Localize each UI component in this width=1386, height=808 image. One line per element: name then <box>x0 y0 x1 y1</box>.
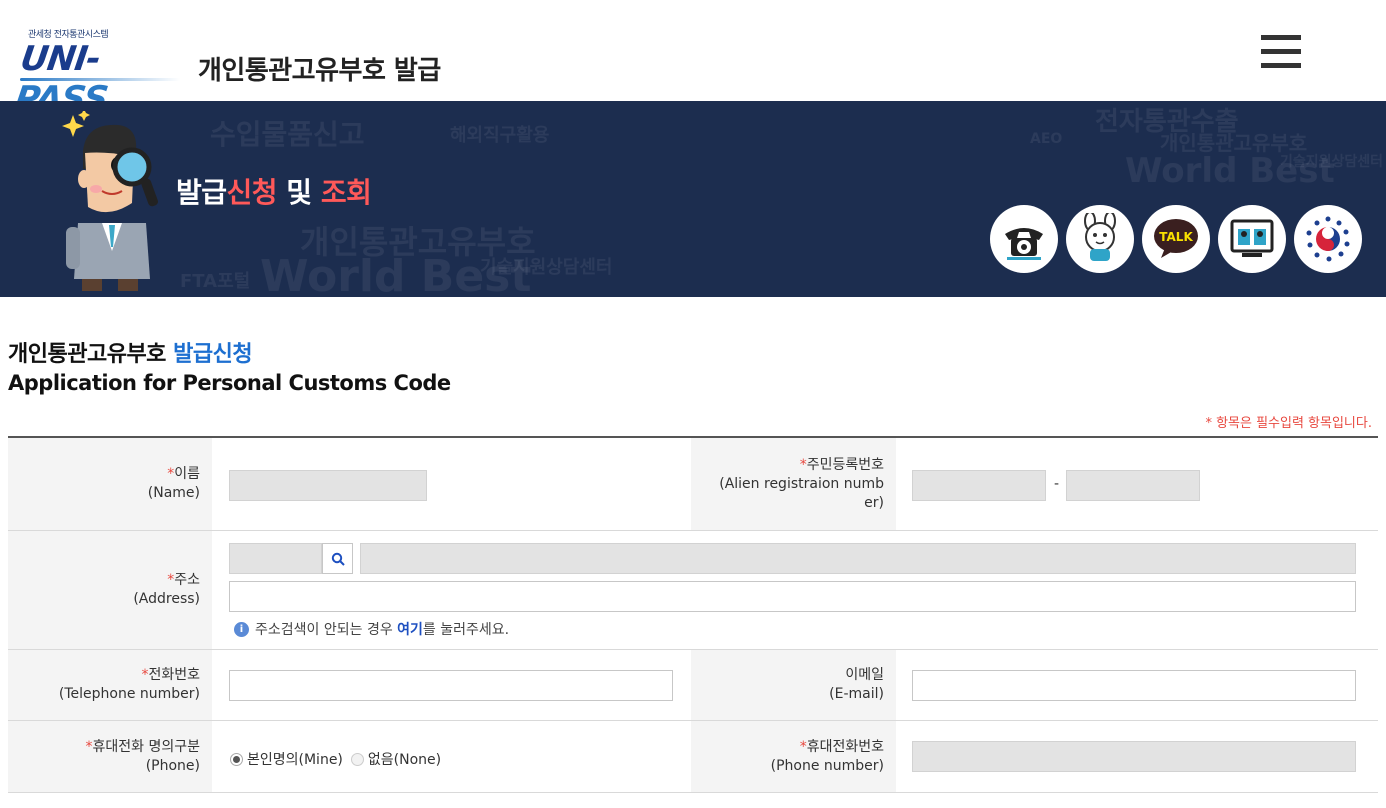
alien-reg-front-input[interactable] <box>912 470 1046 501</box>
radio-mine-label[interactable]: 본인명의(Mine) <box>247 749 343 769</box>
logo-uni: UNI- <box>18 39 103 79</box>
email-input[interactable] <box>912 670 1356 701</box>
address-label: *주소 (Address) <box>8 531 212 649</box>
application-form: *이름 (Name) *주민등록번호 (Alien registraion nu… <box>8 436 1378 793</box>
service-icon-row: TALK <box>990 205 1362 275</box>
unipass-logo[interactable]: 관세청 전자통관시스템 UNI-PASS <box>12 27 188 119</box>
section-title-english: Application for Personal Customs Code <box>8 371 451 395</box>
telephone-input[interactable] <box>229 670 673 701</box>
mascot-icon[interactable] <box>1066 205 1134 273</box>
search-icon <box>331 552 345 566</box>
banner-bg-word: 기술지원상담센터 <box>1280 154 1384 170</box>
address-search-button[interactable] <box>322 543 353 574</box>
postal-code-input[interactable] <box>229 543 322 574</box>
telephone-label-en: (Telephone number) <box>58 686 200 702</box>
logo-swoosh <box>20 78 180 81</box>
banner-bg-word: 해외직구활용 <box>450 125 550 146</box>
government-emblem-icon[interactable] <box>1294 205 1362 273</box>
email-label-en: (E-mail) <box>829 686 884 702</box>
phone-number-label: *휴대전화번호 (Phone number) <box>691 721 896 792</box>
alien-reg-label-en: (Alien registraion numb <box>719 475 884 492</box>
banner-title: 발급신청 및 조회 <box>176 171 372 211</box>
address-label-en: (Address) <box>133 591 200 607</box>
banner-title-part: 및 <box>277 176 321 209</box>
alien-reg-label: *주민등록번호 (Alien registraion numb er) <box>691 438 896 530</box>
required-star: * <box>799 456 807 473</box>
form-row-contact: *전화번호 (Telephone number) 이메일 (E-mail) <box>8 650 1378 721</box>
hero-banner: 수입물품신고 해외직구활용 개인통관고유부호 World Best 기술지원상담… <box>0 101 1386 297</box>
info-icon: i <box>234 621 249 637</box>
phone-owner-label-ko: 휴대전화 명의구분 <box>92 738 201 755</box>
address-label-ko: 주소 <box>174 572 200 588</box>
form-row-address: *주소 (Address) i 주소검색이 안되는 경우 여기를 눌러주세요. <box>8 531 1378 650</box>
kakaotalk-icon[interactable]: TALK <box>1142 205 1210 273</box>
telephone-label-ko: 전화번호 <box>148 667 200 683</box>
inspector-character-illustration <box>62 111 158 291</box>
remote-support-icon[interactable] <box>1218 205 1286 273</box>
address-help-text: i 주소검색이 안되는 경우 여기를 눌러주세요. <box>234 619 509 639</box>
radio-none[interactable] <box>350 752 364 766</box>
phone-owner-radio-group: 본인명의(Mine) 없음(None) <box>230 749 441 769</box>
phone-owner-label: *휴대전화 명의구분 (Phone) <box>8 721 212 792</box>
phone-number-label-en: (Phone number) <box>770 757 884 774</box>
page-title: 개인통관고유부호 발급 <box>198 56 441 86</box>
banner-bg-word: 수입물품신고 <box>210 118 365 151</box>
help-text-part: 주소검색이 안되는 경우 <box>255 622 398 638</box>
banner-title-part: 조회 <box>320 176 372 209</box>
alien-reg-label-en: er) <box>864 494 884 511</box>
banner-bg-word: 기술지원상담센터 <box>480 257 613 278</box>
required-star: * <box>799 738 807 755</box>
name-label: *이름 (Name) <box>8 438 212 530</box>
radio-mine[interactable] <box>230 752 243 766</box>
phone-owner-label-en: (Phone) <box>145 757 200 774</box>
alien-reg-back-input[interactable] <box>1066 470 1200 501</box>
name-label-ko: 이름 <box>174 466 200 482</box>
help-text-part: 를 눌러주세요. <box>422 622 510 638</box>
telephone-label: *전화번호 (Telephone number) <box>8 650 212 720</box>
radio-none-label[interactable]: 없음(None) <box>368 749 441 769</box>
hamburger-menu-icon[interactable] <box>1261 35 1301 69</box>
email-label-ko: 이메일 <box>845 667 884 683</box>
phone-number-label-ko: 휴대전화번호 <box>806 738 884 755</box>
title-ko-highlight: 발급신청 <box>173 342 253 367</box>
address-input[interactable] <box>360 543 1356 574</box>
email-label: 이메일 (E-mail) <box>691 650 896 720</box>
banner-title-part: 발급 <box>176 176 227 209</box>
address-help-link[interactable]: 여기 <box>397 622 423 638</box>
title-ko-part: 개인통관고유부호 <box>8 342 174 367</box>
top-header: 관세청 전자통관시스템 UNI-PASS 개인통관고유부호 발급 <box>0 0 1386 119</box>
required-field-note: * 항목은 필수입력 항목입니다. <box>1205 416 1372 431</box>
alien-reg-label-ko: 주민등록번호 <box>806 456 884 473</box>
banner-bg-word: FTA포털 <box>180 271 251 292</box>
address-detail-input[interactable] <box>229 581 1356 612</box>
banner-bg-word: AEO <box>1030 131 1063 147</box>
talk-label: TALK <box>1159 230 1193 244</box>
banner-title-part: 신청 <box>226 176 278 209</box>
phone-number-input[interactable] <box>912 741 1356 772</box>
name-input[interactable] <box>229 470 427 501</box>
form-row-phone: *휴대전화 명의구분 (Phone) 본인명의(Mine) 없음(None) *… <box>8 721 1378 793</box>
required-star: * <box>85 738 93 755</box>
section-title-korean: 개인통관고유부호 발급신청 <box>8 336 253 368</box>
telephone-icon[interactable] <box>990 205 1058 273</box>
alien-reg-separator: - <box>1054 476 1060 492</box>
form-row-name: *이름 (Name) *주민등록번호 (Alien registraion nu… <box>8 438 1378 531</box>
name-label-en: (Name) <box>147 485 200 501</box>
